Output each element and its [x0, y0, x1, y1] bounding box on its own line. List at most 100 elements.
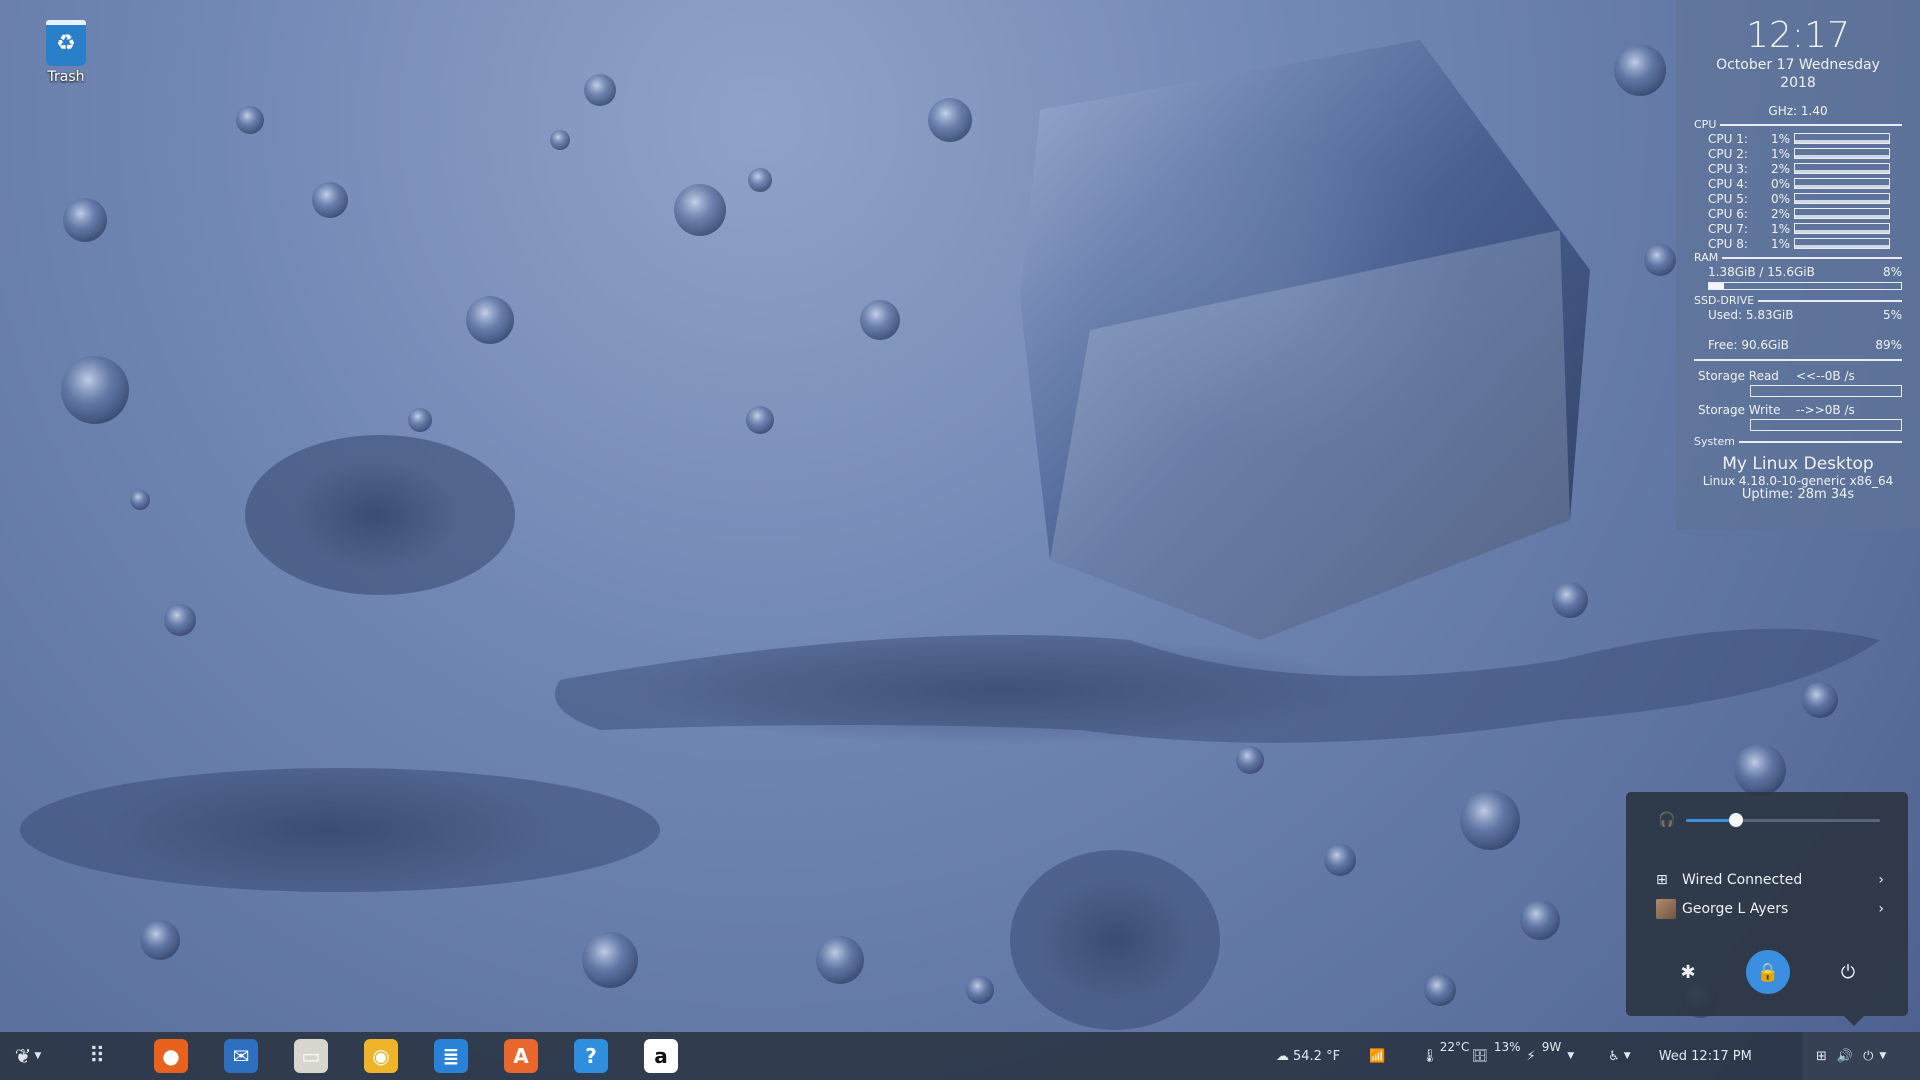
grid-icon: ⠿: [88, 1043, 105, 1069]
conky-clock: 12:17: [1746, 15, 1850, 56]
cpu-graph: [1794, 178, 1890, 189]
cpu-percent: 1%: [1770, 236, 1790, 251]
thunderbird-icon: ✉: [224, 1039, 258, 1073]
power-usage-icon: ⚡: [1526, 1048, 1536, 1064]
taskbar-app-amazon[interactable]: a: [626, 1032, 696, 1080]
lock-button[interactable]: 🔒: [1746, 950, 1790, 994]
cpu-name: CPU 4:: [1708, 176, 1748, 191]
settings-button[interactable]: ✱: [1666, 950, 1710, 994]
cpu-graph: [1794, 193, 1890, 204]
headphones-icon: 🎧: [1658, 812, 1676, 828]
cpu-name: CPU 7:: [1708, 221, 1748, 236]
power-usage: 9W: [1541, 1040, 1562, 1054]
disk-usage: 13%: [1493, 1040, 1521, 1054]
cpu-row: CPU 3: 2%: [1708, 161, 1920, 176]
cpu-graph: [1794, 238, 1890, 249]
cpu-row: CPU 2: 1%: [1708, 146, 1920, 161]
cpu-percent: 0%: [1770, 191, 1790, 206]
taskbar-app-rhythmbox[interactable]: ◉: [346, 1032, 416, 1080]
conky-system-monitor: 12:17 October 17 Wednesday 2018 GHz: 1.4…: [1676, 0, 1920, 530]
clock[interactable]: Wed 12:17 PM: [1659, 1049, 1752, 1064]
user-avatar: [1656, 899, 1676, 919]
trash-icon: ♻: [46, 20, 86, 66]
wired-connection-item[interactable]: ⊞ Wired Connected ›: [1656, 868, 1884, 892]
app-grid-button[interactable]: ⠿: [56, 1032, 136, 1080]
thermometer-icon: 🌡: [1421, 1048, 1438, 1064]
cpu-temperature: 22°C: [1439, 1040, 1470, 1054]
cpu-row: CPU 1: 1%: [1708, 131, 1920, 146]
volume-slider-knob[interactable]: [1729, 812, 1744, 827]
cpu-name: CPU 1:: [1708, 131, 1748, 146]
cpu-graph: [1794, 148, 1890, 159]
lock-icon: 🔒: [1756, 961, 1780, 983]
user-account-item[interactable]: George L Ayers ›: [1656, 897, 1884, 921]
system-menu-popover: 🎧 ⊞ Wired Connected › George L Ayers › ✱…: [1626, 792, 1908, 1026]
taskbar-app-firefox[interactable]: ●: [136, 1032, 206, 1080]
taskbar-app-software-center[interactable]: A: [486, 1032, 556, 1080]
cpu-percent: 1%: [1770, 146, 1790, 161]
conky-date: October 17 Wednesday: [1716, 57, 1880, 73]
wireless-icon[interactable]: 📶: [1369, 1049, 1385, 1064]
chevron-down-icon[interactable]: ▼: [1624, 1051, 1631, 1061]
libreoffice-writer-icon: ≣: [434, 1039, 468, 1073]
cpu-graph: [1794, 208, 1890, 219]
taskbar-app-files[interactable]: ▭: [276, 1032, 346, 1080]
ssd-used-row: Used: 5.83GiB 5%: [1708, 308, 1902, 322]
cpu-percent: 1%: [1770, 131, 1790, 146]
cpu-graph: [1794, 223, 1890, 234]
volume-control: 🎧: [1658, 810, 1880, 830]
cpu-section-header: CPU: [1694, 118, 1902, 131]
taskbar-app-help[interactable]: ?: [556, 1032, 626, 1080]
cpu-graph: [1794, 133, 1890, 144]
kernel-version: Linux 4.18.0-10-generic x86_64: [1702, 474, 1894, 488]
ssd-section-header: SSD-DRIVE: [1694, 294, 1902, 307]
ram-usage-row: 1.38GiB / 15.6GiB 8%: [1708, 265, 1902, 279]
power-icon: ⏻: [1863, 1048, 1874, 1064]
cpu-row: CPU 6: 2%: [1708, 206, 1920, 221]
cpu-name: CPU 2:: [1708, 146, 1748, 161]
cpu-percent: 2%: [1770, 161, 1790, 176]
trash-label: Trash: [47, 69, 85, 85]
system-section-header: System: [1694, 435, 1902, 448]
ram-section-header: RAM: [1694, 251, 1902, 264]
volume-icon: 🔊: [1836, 1048, 1854, 1064]
cpu-row: CPU 7: 1%: [1708, 221, 1920, 236]
storage-read-graph: [1750, 385, 1902, 397]
cpu-graph: [1794, 163, 1890, 174]
budgie-logo-icon: ❦: [14, 1044, 32, 1068]
ram-usage-bar: [1708, 282, 1902, 290]
chevron-right-icon: ›: [1878, 872, 1884, 888]
files-icon: ▭: [294, 1039, 328, 1073]
network-wired-icon: ⊞: [1656, 872, 1668, 888]
cpu-name: CPU 5:: [1708, 191, 1748, 206]
taskbar: ❦ ▼ ⠿ ● ✉ ▭ ◉ ≣ A? a ☁ 54.2 °F 📶 🌡 22°C 🗄 13% ⚡…: [0, 1032, 1920, 1080]
weather-temperature[interactable]: 54.2 °F: [1293, 1049, 1367, 1064]
chevron-down-icon[interactable]: ▼: [1567, 1051, 1574, 1061]
cpu-name: CPU 8:: [1708, 236, 1748, 251]
volume-slider[interactable]: [1686, 812, 1880, 827]
network-icon: ⊞: [1816, 1048, 1827, 1064]
disk-icon: 🗄: [1471, 1048, 1488, 1064]
uptime: Uptime: 28m 34s: [1741, 487, 1855, 502]
status-indicators[interactable]: ⊞ 🔊 ⏻ ▼: [1816, 1032, 1886, 1080]
cpu-row: CPU 5: 0%: [1708, 191, 1920, 206]
hostname: My Linux Desktop: [1722, 454, 1874, 474]
taskbar-app-libreoffice-writer[interactable]: ≣: [416, 1032, 486, 1080]
accessibility-icon[interactable]: ♿: [1608, 1049, 1620, 1064]
help-icon: ?: [574, 1039, 608, 1073]
power-button[interactable]: ⏻: [1826, 950, 1870, 994]
settings-icon: ✱: [1680, 961, 1696, 983]
chevron-down-icon: ▼: [1879, 1051, 1887, 1061]
cpu-percent: 2%: [1770, 206, 1790, 221]
storage-write-row: Storage Write -->>0B /s: [1698, 403, 1855, 417]
trash-desktop-icon[interactable]: ♻ Trash: [40, 20, 92, 85]
taskbar-app-thunderbird[interactable]: ✉: [206, 1032, 276, 1080]
cpu-name: CPU 3:: [1708, 161, 1748, 176]
app-menu-button[interactable]: ❦ ▼: [0, 1032, 56, 1080]
pinned-apps: ● ✉ ▭ ◉ ≣ A? a: [136, 1032, 696, 1080]
cpu-frequency: GHz: 1.40: [1768, 104, 1828, 118]
cpu-row: CPU 4: 0%: [1708, 176, 1920, 191]
cpu-list: CPU 1: 1% CPU 2: 1% CPU 3: 2% CPU 4: 0% CPU 5: 0%…: [1676, 131, 1920, 251]
rhythmbox-icon: ◉: [364, 1039, 398, 1073]
cpu-percent: 1%: [1770, 221, 1790, 236]
